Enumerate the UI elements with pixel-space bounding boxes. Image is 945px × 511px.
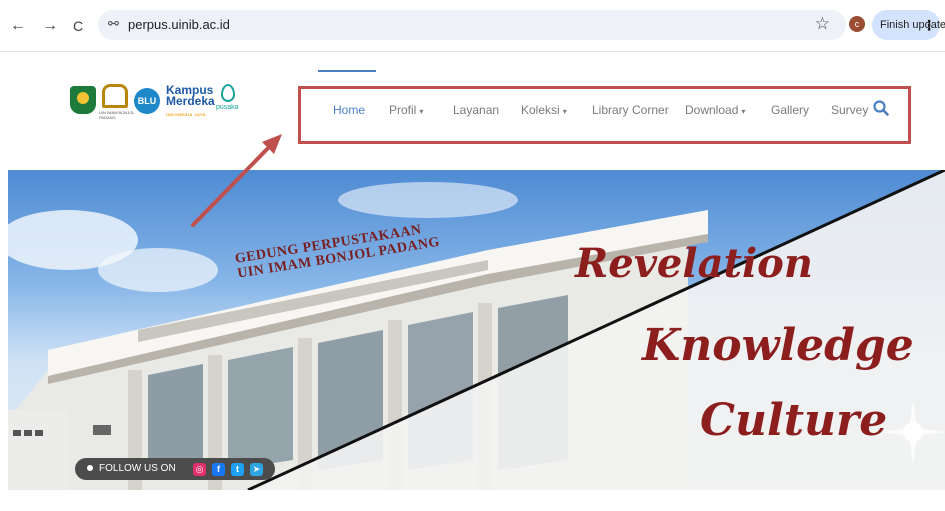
nav-item-gallery[interactable]: Gallery <box>771 103 809 117</box>
bookmark-star-icon[interactable]: ☆ <box>815 14 830 34</box>
url-text[interactable]: perpus.uinib.ac.id <box>128 17 230 32</box>
telegram-icon[interactable]: ➤ <box>250 463 263 476</box>
back-icon[interactable]: ← <box>8 16 28 36</box>
kemenag-logo <box>70 86 96 114</box>
browser-toolbar: ← → C ⚯ perpus.uinib.ac.id ☆ c Finish up… <box>0 0 945 52</box>
follow-dot <box>87 465 93 472</box>
chevron-down-icon: ▾ <box>741 107 746 116</box>
kampus-merdeka-logo: Kampus Merdeka INDONESIA JAYA <box>166 84 215 120</box>
kampus-merdeka-sub: INDONESIA JAYA <box>166 112 207 117</box>
slogan-culture: Culture <box>700 395 888 446</box>
kampus-merdeka-line2: Merdeka <box>166 94 215 108</box>
nav-item-library-corner[interactable]: Library Corner <box>592 103 669 117</box>
finish-update-button[interactable]: Finish update ⋮ <box>872 10 945 40</box>
follow-us-bar: FOLLOW US ON <box>75 458 275 480</box>
instagram-icon[interactable]: ◎ <box>193 463 206 476</box>
toolbar-divider <box>0 51 945 52</box>
nav-item-survey[interactable]: Survey <box>831 103 868 117</box>
nav-item-layanan[interactable]: Layanan <box>453 103 499 117</box>
blu-logo: BLU <box>134 88 160 114</box>
uin-logo <box>102 84 128 108</box>
uin-logo-text: UIN IMAM BONJOL PADANG <box>99 110 135 120</box>
pusaka-logo: pusaka <box>216 84 240 114</box>
active-nav-indicator <box>318 70 376 72</box>
facebook-icon[interactable]: f <box>212 463 225 476</box>
nav-item-profil[interactable]: Profil ▾ <box>389 103 423 119</box>
search-icon[interactable] <box>872 99 890 117</box>
forward-icon[interactable]: → <box>40 16 60 36</box>
main-navigation: Home Profil ▾ Layanan Koleksi ▾ Library Co… <box>300 88 909 142</box>
browser-menu-icon[interactable]: ⋮ <box>922 10 936 40</box>
slogan-knowledge: Knowledge <box>642 320 914 371</box>
address-bar[interactable]: ⚯ perpus.uinib.ac.id ☆ <box>98 10 846 40</box>
follow-us-label: FOLLOW US ON <box>99 463 176 474</box>
profile-avatar[interactable]: c <box>849 16 865 32</box>
twitter-icon[interactable]: t <box>231 463 244 476</box>
reload-icon[interactable]: C <box>68 16 88 36</box>
pusaka-drop-icon <box>221 84 235 102</box>
chevron-down-icon: ▾ <box>419 107 424 116</box>
nav-item-koleksi[interactable]: Koleksi ▾ <box>521 103 567 119</box>
chevron-down-icon: ▾ <box>562 107 567 116</box>
site-settings-icon[interactable]: ⚯ <box>108 16 119 32</box>
nav-item-download[interactable]: Download ▾ <box>685 103 745 119</box>
pusaka-logo-text: pusaka <box>216 104 239 111</box>
nav-item-home[interactable]: Home <box>333 103 365 117</box>
slogan-revelation: Revelation <box>575 240 813 287</box>
